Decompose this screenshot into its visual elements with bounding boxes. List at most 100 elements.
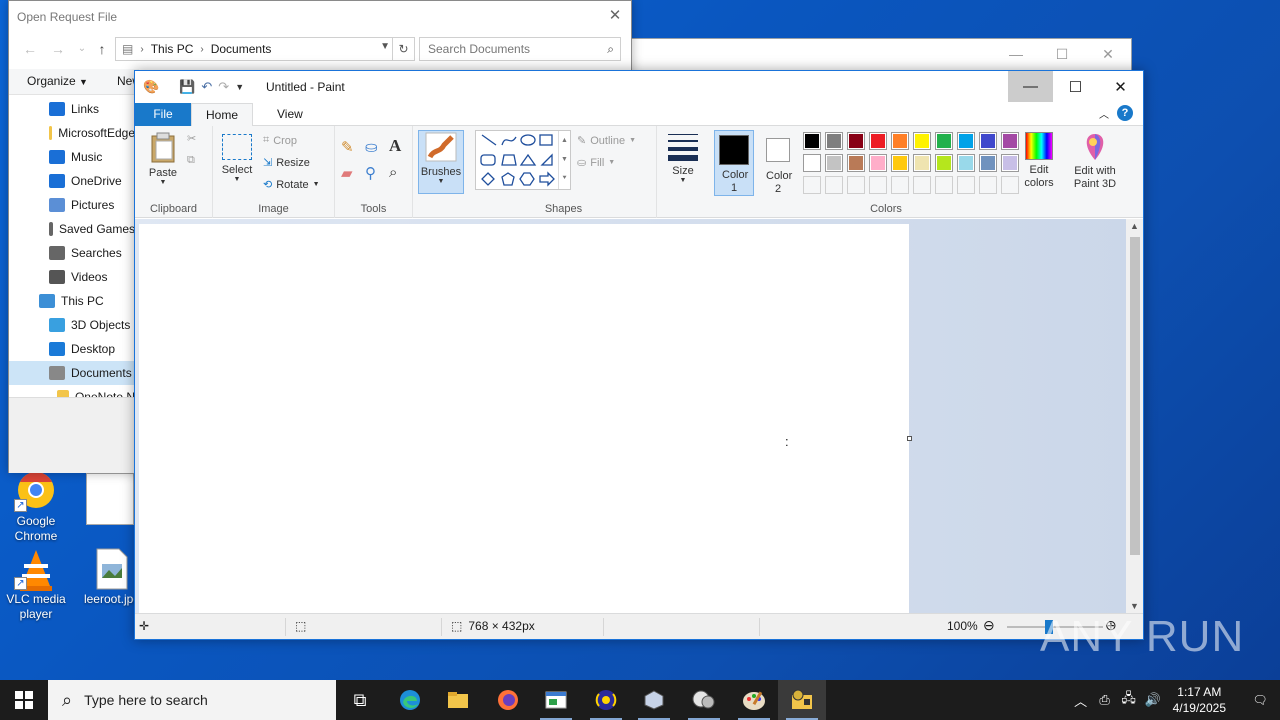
chevron-down-icon[interactable]: ▼ <box>380 41 390 52</box>
tree-item[interactable]: Videos <box>9 265 135 289</box>
open-dialog-taskbar-icon[interactable] <box>532 680 580 720</box>
color-swatch[interactable] <box>935 154 953 172</box>
tree-item[interactable]: Desktop <box>9 337 135 361</box>
color-swatch[interactable] <box>979 154 997 172</box>
desktop-icon-chrome[interactable]: ↗ Google Chrome <box>0 470 72 544</box>
custom-color-slot[interactable] <box>825 176 843 194</box>
up-arrow-icon[interactable]: ↑ <box>93 40 111 58</box>
paint-window[interactable]: 🎨 💾 ↶ ↷ ▼ Untitled - Paint — ☐ ✕ File Ho… <box>134 70 1144 640</box>
fill-bucket-icon[interactable]: ⛀ <box>365 138 378 156</box>
organize-button[interactable]: Organize ▼ <box>27 74 88 88</box>
tree-item[interactable]: MicrosoftEdge <box>9 121 135 145</box>
help-icon[interactable]: ? <box>1117 105 1133 121</box>
tab-file[interactable]: File <box>135 103 191 126</box>
close-icon[interactable]: ✕ <box>1085 39 1131 69</box>
eraser-icon[interactable]: ▰ <box>341 164 353 182</box>
redo-icon[interactable]: ↷ <box>218 79 229 95</box>
app-icon-cube[interactable] <box>630 680 678 720</box>
edge-icon[interactable] <box>386 680 434 720</box>
save-icon[interactable]: 💾 <box>179 79 195 95</box>
broadcast-app-icon[interactable] <box>582 680 630 720</box>
clock[interactable]: 1:17 AM 4/19/2025 <box>1173 684 1226 716</box>
zoom-out-icon[interactable]: ⊖ <box>983 617 995 634</box>
paint-taskbar-icon[interactable] <box>730 680 778 720</box>
edit-with-paint3d-button[interactable]: Edit with Paint 3D <box>1067 132 1123 191</box>
tree-item[interactable]: Pictures <box>9 193 135 217</box>
chevron-up-icon[interactable]: ︿ <box>1069 691 1093 710</box>
tree-item[interactable]: Links <box>9 97 135 121</box>
breadcrumb-this-pc[interactable]: This PC <box>151 42 194 56</box>
forward-arrow-icon[interactable]: → <box>49 40 67 58</box>
recent-dropdown-icon[interactable]: ⌄ <box>73 40 91 58</box>
refresh-icon[interactable]: ↻ <box>392 38 414 60</box>
tree-item[interactable]: This PC <box>9 289 135 313</box>
file-explorer-icon[interactable] <box>434 680 482 720</box>
color-swatch[interactable] <box>979 132 997 150</box>
resize-handle-right[interactable] <box>907 436 912 441</box>
copy-icon[interactable]: ⧉ <box>187 154 195 167</box>
color-swatch[interactable] <box>869 154 887 172</box>
tab-view[interactable]: View <box>263 103 317 126</box>
color-swatch[interactable] <box>891 132 909 150</box>
color2-button[interactable]: Color 2 <box>758 130 798 196</box>
scroll-down-icon[interactable]: ▼ <box>1126 601 1143 611</box>
taskbar-search-box[interactable]: ⌕ Type here to search <box>48 680 336 720</box>
color-swatch[interactable] <box>825 132 843 150</box>
active-app-taskbar-icon[interactable] <box>778 680 826 720</box>
desktop-icon-vlc[interactable]: ↗ VLC media player <box>0 548 72 622</box>
custom-color-slot[interactable] <box>979 176 997 194</box>
color-swatch[interactable] <box>957 132 975 150</box>
color-swatch[interactable] <box>825 154 843 172</box>
start-button[interactable] <box>0 680 48 720</box>
color-swatch[interactable] <box>847 154 865 172</box>
color-swatch[interactable] <box>803 132 821 150</box>
tree-item[interactable]: Documents <box>9 361 135 385</box>
color-swatch[interactable] <box>913 132 931 150</box>
custom-color-slot[interactable] <box>935 176 953 194</box>
app-icon-chat[interactable] <box>680 680 728 720</box>
close-icon[interactable]: ✕ <box>1098 71 1143 102</box>
search-input[interactable]: Search Documents ⌕ <box>419 37 621 61</box>
collapse-ribbon-icon[interactable]: ︿ <box>1099 106 1109 121</box>
tree-item[interactable]: OneNote N <box>9 385 135 397</box>
color-swatch[interactable] <box>935 132 953 150</box>
tab-home[interactable]: Home <box>191 103 254 127</box>
rotate-button[interactable]: ⟲ Rotate ▼ <box>263 178 320 192</box>
task-view-icon[interactable]: ⧉ <box>336 680 384 720</box>
scroll-up-icon[interactable]: ▲ <box>1126 221 1143 231</box>
size-button[interactable]: Size ▼ <box>663 132 703 184</box>
drawing-canvas[interactable]: : <box>139 224 912 614</box>
pencil-icon[interactable]: ✎ <box>341 138 354 156</box>
volume-icon[interactable]: 🔊 <box>1141 692 1165 708</box>
close-icon[interactable]: ✕ <box>605 7 625 27</box>
minimize-icon[interactable]: — <box>993 39 1039 69</box>
paste-button[interactable]: Paste ▼ <box>145 132 181 186</box>
shapes-scroll[interactable]: ▲ ▼ ⯆ <box>558 131 570 189</box>
fill-button[interactable]: ⛀ Fill ▼ <box>577 156 615 170</box>
customize-toolbar-icon[interactable]: ▼ <box>235 82 244 92</box>
color-swatch[interactable] <box>913 154 931 172</box>
network-icon[interactable]: 🖧 <box>1117 689 1141 711</box>
color-swatch[interactable] <box>891 154 909 172</box>
color-swatch[interactable] <box>847 132 865 150</box>
color-swatch[interactable] <box>869 132 887 150</box>
edit-colors-button[interactable]: Edit colors <box>1017 132 1061 190</box>
color-swatch[interactable] <box>803 154 821 172</box>
tree-item[interactable]: 3D Objects <box>9 313 135 337</box>
tree-item[interactable]: Saved Games <box>9 217 135 241</box>
color-picker-icon[interactable]: ⚲ <box>365 164 376 182</box>
device-icon[interactable]: ⎙ <box>1093 692 1117 708</box>
background-window[interactable]: — ☐ ✕ <box>630 38 1132 72</box>
scroll-thumb[interactable] <box>1130 237 1140 555</box>
custom-color-slot[interactable] <box>957 176 975 194</box>
dialog-titlebar[interactable]: Open Request File ✕ <box>9 1 631 32</box>
custom-color-slot[interactable] <box>803 176 821 194</box>
resize-button[interactable]: ⇲ Resize <box>263 156 310 170</box>
firefox-icon[interactable] <box>484 680 532 720</box>
address-bar[interactable]: ▤ › This PC › Documents ▼ ↻ <box>115 37 415 61</box>
tree-item[interactable]: OneDrive <box>9 169 135 193</box>
tree-item[interactable]: Searches <box>9 241 135 265</box>
custom-color-slot[interactable] <box>847 176 865 194</box>
color-swatch[interactable] <box>957 154 975 172</box>
select-button[interactable]: Select ▼ <box>219 134 255 183</box>
